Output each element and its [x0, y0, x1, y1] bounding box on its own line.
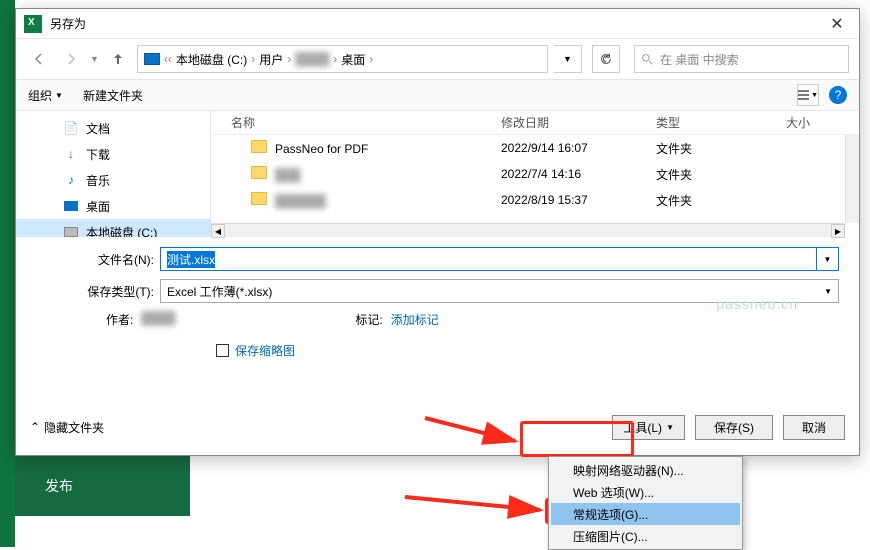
folder-icon [251, 192, 267, 205]
nav-row: ▼ ‹‹ 本地磁盘 (C:) › 用户 › ████ › 桌面 › ▼ 在 桌面… [16, 39, 859, 79]
list-item[interactable]: PassNeo for PDF 2022/9/14 16:07 文件夹 [211, 135, 859, 161]
save-button[interactable]: 保存(S) [695, 415, 773, 440]
menu-map-drive[interactable]: 映射网络驱动器(N)... [551, 459, 740, 481]
nav-back-button[interactable] [26, 46, 52, 72]
dialog-title: 另存为 [50, 15, 815, 32]
column-headers: 名称 修改日期 类型 大小 [211, 111, 859, 135]
search-placeholder: 在 桌面 中搜索 [660, 51, 739, 68]
music-icon: ♪ [64, 173, 78, 187]
hide-folders-button[interactable]: ⌃ 隐藏文件夹 [30, 419, 104, 436]
breadcrumb-dropdown[interactable]: ▼ [554, 45, 582, 73]
search-icon [641, 53, 654, 66]
menu-general-options[interactable]: 常规选项(G)... [551, 503, 740, 525]
search-input[interactable]: 在 桌面 中搜索 [634, 45, 849, 73]
col-type[interactable]: 类型 [656, 114, 786, 131]
chevron-right-icon: › [369, 52, 373, 66]
file-list: 名称 修改日期 类型 大小 PassNeo for PDF 2022/9/14 … [211, 111, 859, 237]
tree-item-music[interactable]: ♪音乐 [16, 167, 210, 193]
toolbar: 组织 ▼ 新建文件夹 ▼ ? [16, 79, 859, 111]
crumb-desktop[interactable]: 桌面 [341, 51, 365, 68]
crumb-drive[interactable]: 本地磁盘 (C:) [176, 51, 247, 68]
filename-label: 文件名(N): [36, 251, 160, 268]
folder-icon [251, 166, 267, 179]
publish-pane: 发布 [15, 456, 190, 516]
tree-item-drive-c[interactable]: 本地磁盘 (C:) [16, 219, 210, 237]
author-label: 作者: [106, 311, 133, 328]
nav-forward-button[interactable] [58, 46, 84, 72]
chevron-right-icon: ‹‹ [164, 52, 172, 66]
view-mode-button[interactable]: ▼ [797, 84, 819, 106]
watermark: passneo.cn [716, 296, 798, 312]
new-folder-button[interactable]: 新建文件夹 [83, 87, 143, 104]
pc-icon [144, 53, 160, 65]
download-icon: ↓ [64, 147, 78, 161]
menu-compress-pictures[interactable]: 压缩图片(C)... [551, 525, 740, 547]
crumb-redacted[interactable]: ████ [295, 52, 329, 66]
chevron-right-icon: › [287, 52, 291, 66]
author-value: ████ [141, 311, 175, 328]
col-date[interactable]: 修改日期 [501, 114, 656, 131]
menu-web-options[interactable]: Web 选项(W)... [551, 481, 740, 503]
vertical-scrollbar[interactable] [845, 135, 859, 223]
chevron-right-icon: › [333, 52, 337, 66]
tree-item-downloads[interactable]: ↓下载 [16, 141, 210, 167]
scroll-right-button[interactable]: ▶ [831, 224, 845, 238]
tree-item-desktop[interactable]: 桌面 [16, 193, 210, 219]
refresh-button[interactable] [592, 45, 620, 73]
desktop-icon [64, 201, 78, 211]
folder-icon [251, 140, 267, 153]
folder-tree: 📄文档 ↓下载 ♪音乐 桌面 本地磁盘 (C:) [16, 111, 211, 237]
list-item[interactable]: ██████ 2022/8/19 15:37 文件夹 [211, 187, 859, 213]
nav-history-dropdown[interactable]: ▼ [90, 54, 99, 64]
excel-icon [24, 15, 42, 33]
col-size[interactable]: 大小 [786, 114, 859, 131]
dialog-footer: ⌃ 隐藏文件夹 工具(L) ▼ 保存(S) 取消 [16, 409, 859, 445]
chevron-right-icon: › [251, 52, 255, 66]
breadcrumb[interactable]: ‹‹ 本地磁盘 (C:) › 用户 › ████ › 桌面 › [137, 45, 548, 73]
save-thumbnail-label: 保存缩略图 [235, 342, 295, 359]
horizontal-scrollbar[interactable]: ◀ ▶ [211, 223, 845, 237]
close-button[interactable]: ✕ [815, 9, 859, 39]
annotation-arrow [400, 492, 550, 527]
titlebar: 另存为 ✕ [16, 9, 859, 39]
tools-menu: 映射网络驱动器(N)... Web 选项(W)... 常规选项(G)... 压缩… [548, 456, 743, 550]
help-button[interactable]: ? [829, 86, 847, 104]
nav-up-button[interactable] [105, 46, 131, 72]
chevron-up-icon: ⌃ [30, 420, 40, 434]
cancel-button[interactable]: 取消 [783, 415, 845, 440]
drive-icon [64, 227, 78, 237]
crumb-users[interactable]: 用户 [259, 51, 283, 68]
filetype-label: 保存类型(T): [36, 283, 160, 300]
scroll-left-button[interactable]: ◀ [211, 224, 225, 238]
tree-item-documents[interactable]: 📄文档 [16, 115, 210, 141]
list-item[interactable]: ███ 2022/7/4 14:16 文件夹 [211, 161, 859, 187]
tags-label: 标记: [355, 311, 382, 328]
add-tags-link[interactable]: 添加标记 [391, 311, 439, 328]
save-as-dialog: 另存为 ✕ ▼ ‹‹ 本地磁盘 (C:) › 用户 › ████ › 桌面 › … [15, 8, 860, 456]
filename-input[interactable] [160, 247, 817, 271]
col-name[interactable]: 名称 [211, 114, 501, 131]
document-icon: 📄 [64, 121, 78, 135]
save-thumbnail-checkbox[interactable] [216, 344, 229, 357]
filename-dropdown[interactable]: ▼ [817, 247, 839, 271]
organize-button[interactable]: 组织 ▼ [28, 87, 63, 104]
tools-button[interactable]: 工具(L) ▼ [612, 415, 685, 440]
